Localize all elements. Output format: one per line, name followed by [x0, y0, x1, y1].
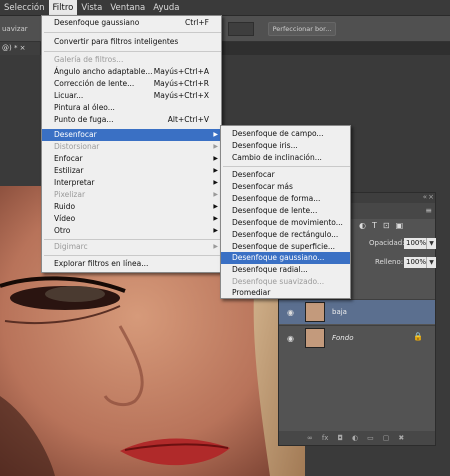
photoshop-window: Selección Filtro Vista Ventana Ayuda uav…	[0, 0, 450, 476]
menu-item-oil-paint[interactable]: Pintura al óleo...	[42, 102, 221, 114]
panel-menu-icon[interactable]: ≡	[425, 206, 432, 215]
menu-item-render[interactable]: Interpretar ▶	[42, 177, 221, 189]
menu-item-video[interactable]: Vídeo ▶	[42, 213, 221, 225]
menu-separator	[44, 255, 221, 256]
menu-item-adaptive-wide-angle[interactable]: Ángulo ancho adaptable... Mayús+Ctrl+A	[42, 66, 221, 78]
layer-name: baja	[332, 308, 347, 316]
menu-separator	[44, 51, 221, 52]
fill-field[interactable]: 100%	[404, 257, 426, 268]
adjustment-layer-icon[interactable]: ◐	[352, 434, 358, 442]
refine-edge-button[interactable]: Perfeccionar bor...	[268, 22, 336, 36]
opacity-field[interactable]: 100%	[404, 238, 426, 249]
menu-item-lens-correction[interactable]: Corrección de lente... Mayús+Ctrl+R	[42, 78, 221, 90]
layer-row-baja[interactable]: ◉ baja	[279, 299, 435, 324]
menu-item-liquify[interactable]: Licuar... Mayús+Ctrl+X	[42, 90, 221, 102]
layer-name: Fondo	[332, 334, 354, 342]
submenu-item-blur[interactable]: Desenfocar	[221, 169, 350, 181]
submenu-item-lens-blur[interactable]: Desenfoque de lente...	[221, 205, 350, 217]
layer-thumbnail	[305, 302, 325, 322]
new-layer-icon[interactable]: ▢	[383, 434, 390, 442]
submenu-item-shape-blur[interactable]: Desenfoque de forma...	[221, 193, 350, 205]
submenu-item-field-blur[interactable]: Desenfoque de campo...	[221, 128, 350, 140]
menu-item-browse-filters[interactable]: Explorar filtros en línea...	[42, 258, 221, 270]
menu-ventana[interactable]: Ventana	[106, 0, 149, 16]
menu-item-distort: Distorsionar ▶	[54, 142, 218, 151]
menu-item-blur[interactable]: Desenfocar ▶	[42, 129, 221, 141]
submenu-item-motion-blur[interactable]: Desenfoque de movimiento...	[221, 217, 350, 229]
submenu-item-average[interactable]: Promediar	[221, 287, 350, 299]
document-tab[interactable]: @) * ×	[0, 42, 40, 55]
layer-filter-icons: ◐ T ⊡ ▣	[359, 221, 403, 230]
submenu-item-tilt-shift[interactable]: Cambio de inclinación...	[221, 152, 350, 164]
link-layers-icon[interactable]: ∞	[307, 434, 313, 442]
menu-item-noise[interactable]: Ruido ▶	[42, 201, 221, 213]
menu-item-digimarc: Digimarc ▶	[54, 242, 218, 251]
layer-thumbnail	[305, 328, 325, 348]
group-icon[interactable]: ▭	[367, 434, 374, 442]
panel-footer: ∞ fx ◘ ◐ ▭ ▢ ✖	[279, 431, 435, 445]
fill-dropdown-icon[interactable]: ▼	[426, 257, 436, 268]
menu-separator	[44, 239, 221, 240]
menu-separator	[44, 32, 221, 33]
submenu-item-iris-blur[interactable]: Desenfoque iris...	[221, 140, 350, 152]
menu-item-pixelate: Pixelizar ▶	[54, 190, 218, 199]
menu-item-smart-filters[interactable]: Convertir para filtros inteligentes	[42, 36, 221, 48]
collapse-icon[interactable]: «	[423, 193, 427, 201]
menu-vista[interactable]: Vista	[77, 0, 106, 16]
menu-item-sharpen[interactable]: Enfocar ▶	[42, 153, 221, 165]
close-icon[interactable]: ×	[428, 193, 434, 201]
mask-icon[interactable]: ◘	[337, 434, 343, 442]
menu-item-stylize[interactable]: Estilizar ▶	[42, 165, 221, 177]
layer-row-fondo[interactable]: ◉ Fondo 🔒	[279, 325, 435, 350]
opacity-label: Opacidad:	[369, 239, 405, 247]
menubar: Selección Filtro Vista Ventana Ayuda	[0, 0, 450, 16]
fx-icon[interactable]: fx	[322, 434, 329, 442]
filter-menu: Desenfoque gaussiano Ctrl+F Convertir par…	[41, 15, 222, 273]
opacity-dropdown-icon[interactable]: ▼	[426, 238, 436, 249]
visibility-eye-icon[interactable]: ◉	[287, 308, 294, 317]
smooth-label: uavizar	[2, 25, 28, 33]
width-field[interactable]	[228, 22, 254, 36]
shape-filter-icon[interactable]: ⊡	[383, 221, 390, 230]
submenu-item-blur-more[interactable]: Desenfocar más	[221, 181, 350, 193]
visibility-eye-icon[interactable]: ◉	[287, 334, 294, 343]
type-filter-icon[interactable]: T	[372, 221, 377, 230]
submenu-item-box-blur[interactable]: Desenfoque de rectángulo...	[221, 229, 350, 241]
menu-filtro[interactable]: Filtro	[48, 0, 78, 16]
submenu-item-radial-blur[interactable]: Desenfoque radial...	[221, 264, 350, 276]
trash-icon[interactable]: ✖	[398, 434, 404, 442]
blur-submenu: Desenfoque de campo... Desenfoque iris..…	[220, 125, 351, 299]
menu-item-filter-gallery: Galería de filtros...	[54, 55, 124, 64]
menu-item-vanishing-point[interactable]: Punto de fuga... Alt+Ctrl+V	[42, 114, 221, 126]
fill-label: Relleno:	[375, 258, 404, 266]
menu-separator	[223, 166, 350, 167]
menu-seleccion[interactable]: Selección	[0, 0, 49, 16]
menu-ayuda[interactable]: Ayuda	[149, 0, 183, 16]
adjustment-filter-icon[interactable]: ◐	[359, 221, 366, 230]
submenu-item-gaussian-blur[interactable]: Desenfoque gaussiano...	[221, 252, 350, 264]
smart-object-filter-icon[interactable]: ▣	[396, 221, 404, 230]
lock-icon: 🔒	[413, 332, 423, 341]
menu-item-last-filter[interactable]: Desenfoque gaussiano Ctrl+F	[42, 17, 221, 29]
menu-item-other[interactable]: Otro ▶	[42, 225, 221, 237]
